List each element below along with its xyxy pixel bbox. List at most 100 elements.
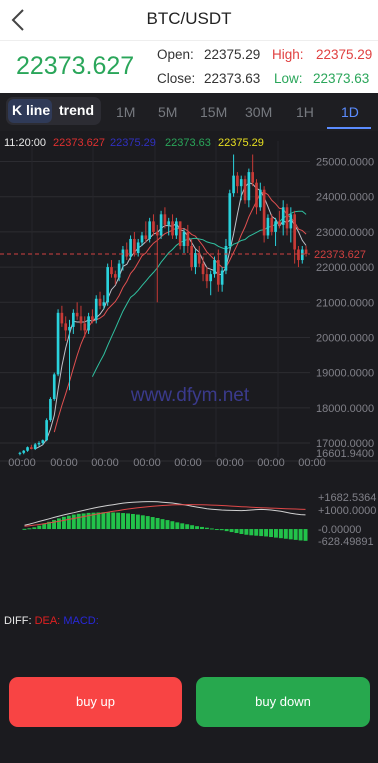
macd-bar: [303, 529, 308, 541]
price-tick-label: 21000.0000: [316, 297, 374, 309]
candle-body: [293, 214, 296, 250]
price-summary: 22373.627 Open: 22375.29 High: 22375.29 …: [0, 40, 378, 93]
candle-body: [152, 221, 155, 232]
candle-body: [171, 221, 174, 236]
buy-down-button[interactable]: buy down: [196, 677, 370, 727]
candle-body: [281, 207, 285, 225]
low-label: Low:: [274, 71, 303, 86]
current-price: 22373.627: [16, 52, 135, 80]
macd-bar: [106, 512, 111, 530]
close-label: Close:: [157, 71, 196, 86]
candle-body: [133, 238, 136, 254]
candle-body: [209, 274, 213, 282]
candle-body: [297, 249, 300, 261]
info-value: 22373.63: [165, 137, 211, 149]
macd-bar: [288, 529, 293, 540]
macd-bar: [170, 521, 175, 530]
buy-up-button[interactable]: buy up: [9, 677, 182, 727]
macd-bar: [32, 527, 37, 530]
candle-body: [79, 316, 83, 324]
candle-body: [247, 172, 251, 201]
macd-bar: [254, 529, 259, 536]
candle-body: [266, 217, 270, 236]
macd-bar: [145, 516, 150, 530]
candle-body: [167, 221, 171, 225]
candle-body: [136, 242, 140, 254]
candle-body: [178, 221, 182, 246]
candle-body: [102, 302, 106, 306]
macd-bar: [121, 513, 126, 530]
macd-tick-label: +1682.5364: [318, 492, 376, 504]
candle-body: [239, 179, 243, 187]
info-value: 22373.627: [53, 137, 105, 149]
macd-bar: [116, 512, 121, 530]
candle-body: [190, 245, 193, 268]
macd-tick-label: -628.49891: [318, 536, 374, 548]
macd-bar: [81, 513, 86, 530]
macd-bar: [61, 516, 66, 530]
candle-body: [68, 326, 71, 331]
macd-bar: [209, 528, 214, 530]
page-title: BTC/USDT: [146, 9, 232, 28]
tab-kline[interactable]: K line: [12, 102, 50, 118]
macd-legend: DIFF: DEA: MACD:: [4, 615, 99, 627]
diff-label: DIFF:: [4, 615, 32, 627]
candle-body: [83, 323, 87, 331]
dea-line: [24, 504, 306, 527]
tab-1d[interactable]: 1D: [341, 104, 359, 120]
candle-body: [71, 312, 75, 327]
high-value: 22375.29: [316, 47, 373, 62]
macd-bar: [200, 526, 204, 530]
macd-bar: [135, 514, 140, 530]
macd-bar: [126, 513, 130, 530]
kline-chart[interactable]: www.dfym.net 22373.627 25000.0000 24000.0…: [0, 131, 378, 611]
candle-body: [98, 298, 102, 306]
time-tick-label: 00:00: [133, 457, 161, 469]
tab-trend[interactable]: trend: [59, 102, 94, 118]
macd-bar: [249, 529, 254, 536]
macd-bar: [27, 528, 32, 530]
candle-body: [18, 452, 22, 454]
macd-bar: [57, 518, 61, 530]
candle-body: [41, 440, 45, 443]
close-value: 22373.63: [204, 71, 261, 86]
macd-bar: [259, 529, 264, 537]
dea-label: DEA:: [34, 615, 61, 627]
candle-body: [213, 260, 216, 275]
time-tick-label: 00:00: [298, 457, 326, 469]
candle-body: [289, 214, 293, 229]
candle-body: [117, 263, 121, 278]
macd-bar: [160, 519, 165, 530]
info-time: 11:20:00: [4, 137, 46, 149]
candle-body: [224, 245, 228, 271]
time-tick-label: 00:00: [257, 457, 285, 469]
macd-bar: [195, 526, 200, 530]
macd-bar: [37, 525, 42, 530]
price-tick-label: 22000.0000: [316, 262, 374, 274]
price-tick-label: 18000.0000: [316, 403, 374, 415]
candle-body: [106, 267, 110, 303]
tab-1m[interactable]: 1M: [116, 104, 135, 120]
top-bar: BTC/USDT: [0, 0, 378, 40]
macd-bar: [190, 525, 195, 530]
tab-5m[interactable]: 5M: [158, 104, 177, 120]
tab-30m[interactable]: 30M: [245, 104, 272, 120]
candle-body: [251, 172, 255, 183]
candle-body: [201, 263, 205, 275]
tab-15m[interactable]: 15M: [200, 104, 227, 120]
candle-body: [197, 253, 201, 264]
candle-body: [205, 274, 209, 282]
macd-tick-label: -0.00000: [318, 524, 361, 536]
macd-bar: [96, 512, 101, 530]
price-tick-label: 23000.0000: [316, 227, 374, 239]
macd-bar: [278, 529, 283, 539]
macd-bar: [234, 529, 239, 534]
time-tick-label: 00:00: [174, 457, 202, 469]
candle-body: [232, 175, 235, 194]
candle-body: [182, 231, 186, 246]
candle-body: [52, 374, 56, 400]
candle-body: [278, 221, 281, 225]
candle-body: [304, 249, 308, 254]
macd-bar: [185, 524, 190, 530]
tab-1h[interactable]: 1H: [296, 104, 314, 120]
